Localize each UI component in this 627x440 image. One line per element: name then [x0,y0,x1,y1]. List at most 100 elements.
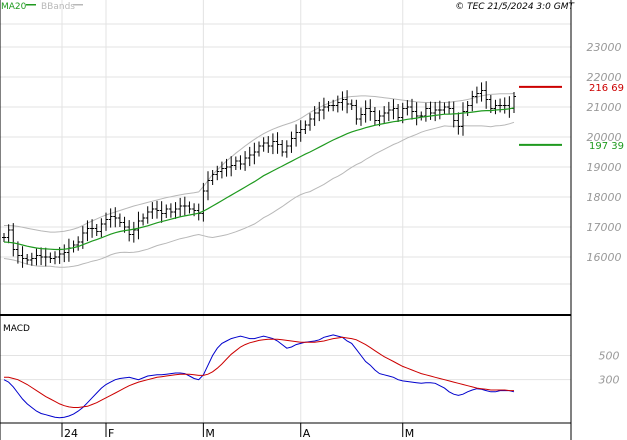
price-bar [349,99,354,110]
macd-axis-labels: 300 500 [599,349,620,386]
price-bar [474,86,479,104]
price-bar [423,102,428,122]
price-tick-label: 21000 [587,101,622,114]
legend-bbands-swatch [73,4,83,6]
price-bar [502,97,507,114]
price-bar [182,196,187,216]
price-tick-label: 20000 [587,131,622,144]
legend-ma20-swatch [26,4,36,6]
price-bar [512,92,516,113]
price-bar [25,254,30,265]
price-bar [479,82,484,102]
vertical-gridlines [61,0,404,437]
price-tick-label: 16000 [587,251,622,264]
price-bar [465,101,470,116]
price-bar [76,236,81,251]
price-bar [386,101,391,122]
price-tick-label: 22000 [587,71,622,84]
price-bar [173,202,178,219]
x-tick-label: 24 [64,427,78,440]
price-bar [48,252,53,263]
price-bar [94,224,99,236]
price-bar [442,102,447,115]
price-bar [414,102,419,126]
macd-line [3,334,515,419]
price-tick-label: 19000 [587,161,622,174]
price-bar [261,137,266,152]
price-bar [289,131,294,153]
ma20-line [3,107,515,251]
x-tick-label: M [405,427,415,440]
price-bar [247,146,252,167]
price-bar [43,247,48,267]
price-bar [382,106,387,123]
price-bar [210,170,215,185]
price-bar [145,206,150,224]
price-bar [321,97,326,120]
legend-ma20: MA20 [1,2,27,12]
price-bar [117,213,122,227]
price-gridlines [0,23,571,285]
x-tick-label: A [303,427,311,440]
price-bar [317,101,322,122]
price-bar [363,100,368,123]
copyright-text: © TEC 21/5/2024 3:0 GMT [455,2,575,12]
price-bar [66,238,71,262]
price-bar [168,203,173,218]
price-bar [372,107,377,125]
price-bars [2,81,516,268]
price-bar [136,211,141,240]
price-bar [155,200,159,219]
price-bar [159,201,164,223]
price-bar [62,244,67,263]
x-tick-label: M [205,427,215,440]
price-bar [108,208,113,228]
price-bar [470,90,475,112]
price-bar [224,158,229,177]
level-label: 216 69 [589,83,624,94]
price-bar [229,156,234,177]
macd-signal-line [4,336,514,408]
price-bar [233,156,238,170]
price-bar [131,221,136,243]
price-bar [11,223,16,257]
price-bar [428,101,433,120]
price-bar [433,101,438,122]
price-bar [354,99,359,125]
price-bar [308,113,312,131]
price-bar [187,201,192,214]
price-bar [252,142,257,165]
macd-tick-label: 300 [599,374,620,387]
bollinger-upper-band [4,93,515,233]
price-bar [266,136,271,153]
price-bar [29,252,34,266]
price-bar [243,151,248,171]
price-bar [206,171,210,201]
price-bar [238,155,243,170]
price-bar [345,90,350,114]
price-bar [410,98,414,120]
price-bar [447,101,452,115]
price-bar [294,124,299,147]
price-bar [2,233,6,242]
price-bar [164,204,169,218]
price-bar [275,132,280,154]
price-bar [141,213,146,226]
price-bar [113,207,118,228]
stock-chart: 216 69197 39 160001700018000190002000021… [0,0,624,440]
price-bar [280,140,285,157]
price-bar [368,99,373,121]
price-bar [257,141,261,157]
price-tick-label: 18000 [587,191,622,204]
price-bar [71,240,76,253]
legend-bbands: BBands [41,2,75,12]
macd-title: MACD [3,324,30,334]
price-bar [53,251,57,265]
price-bar [456,112,461,135]
macd-gridlines [0,354,571,381]
price-bar [335,95,340,113]
price-bar [405,100,410,116]
x-tick-label: F [108,427,114,440]
price-bar [284,140,289,158]
price-bar [419,111,424,121]
